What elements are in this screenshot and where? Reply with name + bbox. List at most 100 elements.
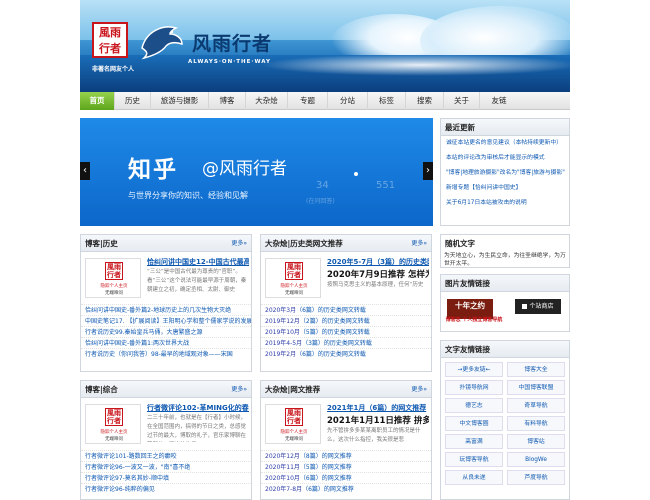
- featured-post-title[interactable]: 恰纠问讲中国史12-中国古代最高: [147, 257, 249, 267]
- nav-home[interactable]: 首页: [80, 92, 115, 110]
- list-item[interactable]: 行者说历史（你问我答）98-最早的地域观对象——宋国: [81, 348, 251, 359]
- friend-link[interactable]: 扑镜导航网: [445, 380, 503, 395]
- list-item-date: 2020年10月: [265, 475, 300, 482]
- latest-item[interactable]: 新增专题【恰纠问讲中国史】: [441, 181, 569, 196]
- list-item-text: （6篇）的网文推荐: [302, 486, 354, 493]
- list-item[interactable]: 中国史笔记17. 【扩展阅读】王阳明心学和整个儒家学说的发展: [81, 315, 251, 326]
- list-item[interactable]: 行者微评论96-一波又一波，"南"喜不绝: [81, 461, 251, 472]
- list-item[interactable]: 行者微评论96-纯粹的偏见: [81, 483, 251, 494]
- link-label: 个站商店: [529, 303, 554, 310]
- list-item[interactable]: 行者微评论101-路数回王之的癫咬: [81, 450, 251, 461]
- list-item-date: 2020年3月: [265, 307, 297, 314]
- more-link[interactable]: 更多»: [231, 235, 247, 252]
- friend-link[interactable]: 芦度导航: [507, 470, 565, 485]
- list-item[interactable]: 2020年7-8月（6篇）的网文推荐: [261, 483, 431, 494]
- featured-post-excerpt: 先不管拚多多某某离职员工的情况是什么，这次什么指控，我关很是悲: [327, 428, 421, 443]
- list-item[interactable]: 2020年11月（5篇）的网文推荐: [261, 461, 431, 472]
- friend-link[interactable]: →更多友链←: [445, 362, 503, 377]
- list-item[interactable]: 行者说历史99.秦始皇兵马俑，大唐繁盛之源: [81, 326, 251, 337]
- friend-link[interactable]: 中国博客联盟: [507, 380, 565, 395]
- post-list: 行者微评论101-路数回王之的癫咬 行者微评论96-一波又一波，"南"喜不绝 行…: [81, 450, 251, 494]
- thumbnail-caption: 隐踪个人主页: [100, 430, 128, 435]
- list-item-text: （5篇）的历史类网文转载: [299, 329, 370, 336]
- list-item[interactable]: 2019年12月（2篇）的历史类网文转载: [261, 315, 431, 326]
- slider-handle: @风雨行者: [202, 159, 287, 179]
- friend-link[interactable]: 博客大全: [507, 362, 565, 377]
- nav-about[interactable]: 关于: [444, 92, 480, 110]
- post-thumbnail[interactable]: 風雨行者 隐踪个人主页 无端啼问: [85, 258, 141, 298]
- featured-post-title[interactable]: 2021年1月（6篇）的网文推荐: [327, 403, 429, 413]
- list-item[interactable]: 恰纠问讲中国史-番外篇2-地球历史上的几次生物大灭绝: [81, 304, 251, 315]
- list-item[interactable]: 2019年2月（6篇）的历史类网文转载: [261, 348, 431, 359]
- nav-travel-photo[interactable]: 旅游与摄影: [151, 92, 209, 110]
- panel-header: 最近更新: [441, 119, 569, 136]
- featured-post: 風雨行者 隐踪个人主页 无端啼问 2020年5-7月（3篇）的历史类网 2020年7…: [261, 252, 431, 304]
- latest-item[interactable]: 关于6月17日本站被攻击的说明: [441, 196, 569, 211]
- panel-web-articles: 大杂烩|网文推荐 更多» 風雨行者 隐踪个人主页 无端啼问 2021年1月（6篇）的网…: [260, 380, 432, 500]
- featured-post-excerpt: 二三十年前，也就是在【行者】小时候，在全国范围内，搞得的节日之类，总感觉过节的最…: [147, 415, 247, 439]
- list-item-text: （6篇）的历史类网文转载: [296, 307, 366, 314]
- list-item[interactable]: 2020年12月（8篇）的网文推荐: [261, 450, 431, 461]
- list-item[interactable]: 2019年10月（5篇）的历史类网文转载: [261, 326, 431, 337]
- logo-seal[interactable]: 風雨行者: [92, 22, 128, 58]
- latest-list: 诚征本站更名的意见建议（本帖持续更新中） 本站的评论改为审核后才能显示的模式 "…: [441, 136, 569, 211]
- hero-slider[interactable]: 34 551 (在问回答) 知乎 @风雨行者 与世界分享你的知识、经验和见解 ‹…: [80, 118, 433, 226]
- link-label: 十年之约: [455, 301, 485, 310]
- post-thumbnail[interactable]: 風雨行者 隐踪个人主页 无端啼问: [265, 258, 321, 298]
- post-list: 2020年12月（8篇）的网文推荐 2020年11月（5篇）的网文推荐 2020…: [261, 450, 431, 494]
- nav-search[interactable]: 搜索: [406, 92, 444, 110]
- friend-link[interactable]: 德艺志: [445, 398, 503, 413]
- friend-link[interactable]: 高富满: [445, 434, 503, 449]
- post-thumbnail[interactable]: 風雨行者 隐踪个人主页 无端啼问: [265, 404, 321, 444]
- list-item[interactable]: 行者微评论97-莫名其妙-顺中填: [81, 472, 251, 483]
- slider-next-button[interactable]: ›: [423, 162, 433, 180]
- latest-item[interactable]: "博客|地理旅游摄影"改名为"博客|旅游与摄影": [441, 166, 569, 181]
- list-item[interactable]: 恰纠问讲中国史-番外篇1:两次世界大战: [81, 337, 251, 348]
- featured-post-title[interactable]: 2020年5-7月（3篇）的历史类网: [327, 257, 429, 267]
- panel-title: 最近更新: [445, 123, 475, 132]
- featured-post: 風雨行者 隐踪个人主页 无端啼问 2021年1月（6篇）的网文推荐 2021年1月1…: [261, 398, 431, 450]
- nav-friend-links[interactable]: 友链: [480, 92, 518, 110]
- post-thumbnail[interactable]: 風雨行者 隐踪个人主页 无端啼问: [85, 404, 141, 444]
- slider-brand: 知乎: [128, 157, 178, 183]
- list-item-date: 2019年2月: [265, 351, 297, 358]
- friend-link[interactable]: 有料导航: [507, 416, 565, 431]
- nav-history[interactable]: 历史: [115, 92, 151, 110]
- more-link[interactable]: 更多»: [411, 381, 427, 398]
- friend-link[interactable]: 博客站: [507, 434, 565, 449]
- nav-topics[interactable]: 专题: [288, 92, 328, 110]
- nav-blog[interactable]: 博客: [209, 92, 246, 110]
- featured-post: 風雨行者 隐踪个人主页 无端啼问 恰纠问讲中国史12-中国古代最高 “三公”是中国古…: [81, 252, 251, 304]
- thumbnail-caption: 无端啼问: [285, 437, 303, 442]
- link-ten-year-pact[interactable]: 十年之约 博客志 个人独立博客导航: [446, 299, 502, 323]
- list-item-text: （6篇）的历史类网文转载: [296, 351, 366, 358]
- friend-link[interactable]: 中文博客圈: [445, 416, 503, 431]
- wave-foam: [260, 54, 570, 76]
- list-item[interactable]: 2019年4-5月（3篇）的历史类网文转载: [261, 337, 431, 348]
- list-item[interactable]: 2020年3月（6篇）的历史类网文转载: [261, 304, 431, 315]
- list-item-date: 2020年12月: [265, 453, 300, 460]
- friend-link[interactable]: BlogWe: [507, 452, 565, 467]
- friend-link[interactable]: 奇草导航: [507, 398, 565, 413]
- list-item-text: （3篇）的历史类网文转载: [302, 340, 372, 347]
- link-site-store[interactable]: 个站商店: [515, 299, 561, 314]
- latest-item[interactable]: 诚征本站更名的意见建议（本帖持续更新中）: [441, 136, 569, 151]
- more-link[interactable]: 更多»: [411, 235, 427, 252]
- slider-ghost-number: 551: [376, 180, 396, 191]
- slider-ghost-caption: (在问回答): [306, 198, 335, 205]
- list-item[interactable]: 2020年10月（6篇）的网文推荐: [261, 472, 431, 483]
- featured-post-title[interactable]: 行者微评论102-革MING化的春节: [147, 403, 249, 413]
- latest-item[interactable]: 本站的评论改为审核后才能显示的模式: [441, 151, 569, 166]
- nav-tags[interactable]: 标签: [368, 92, 406, 110]
- site-title[interactable]: 风雨行者: [192, 29, 272, 56]
- sidebar-random-text: 随机文字 为天地立心，为生民立命，为往圣继绝学，为万世开太平。: [440, 234, 570, 268]
- featured-post-excerpt: 按照马克思主义的基本原理，任何“历史: [327, 282, 424, 288]
- friend-link[interactable]: 玩博客导航: [445, 452, 503, 467]
- nav-substations[interactable]: 分站: [328, 92, 368, 110]
- friend-link[interactable]: 从良未遂: [445, 470, 503, 485]
- site-subtitle: ALWAYS·ON·THE·WAY: [188, 59, 272, 65]
- slider-dot[interactable]: [354, 172, 358, 176]
- slider-prev-button[interactable]: ‹: [80, 162, 90, 180]
- nav-misc[interactable]: 大杂烩: [246, 92, 288, 110]
- more-link[interactable]: 更多»: [231, 381, 247, 398]
